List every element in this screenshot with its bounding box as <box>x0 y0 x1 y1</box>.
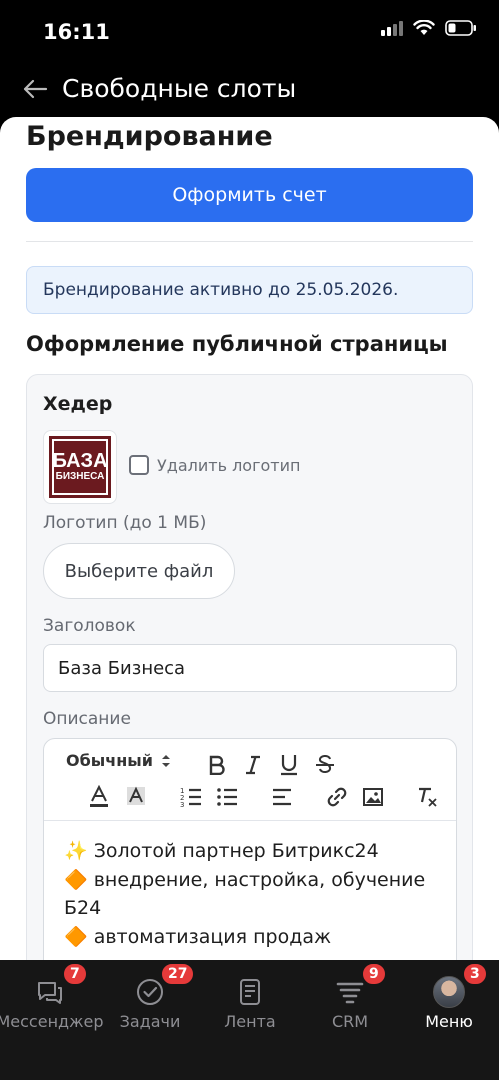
wifi-icon <box>413 20 435 35</box>
strikethrough-icon[interactable] <box>312 752 338 778</box>
branding-active-notice: Брендирование активно до 25.05.2026. <box>26 266 473 314</box>
tab-feed[interactable]: Лента <box>200 960 300 1040</box>
editor-line: 🔶 автоматизация продаж <box>64 925 332 948</box>
format-select[interactable]: Обычный <box>66 751 171 770</box>
background-color-icon[interactable] <box>123 784 149 810</box>
choose-file-button[interactable]: Выберите файл <box>43 543 235 599</box>
company-logo: БАЗА БИЗНЕСА <box>49 436 111 498</box>
tab-label: Мессенджер <box>0 1012 104 1031</box>
logo-text-line2: БИЗНЕСА <box>55 471 105 482</box>
description-editor[interactable]: Обычный 1 2 3 ✨ Золотой партнер Битрикс2… <box>43 738 457 960</box>
image-icon[interactable] <box>360 784 386 810</box>
status-bar: 16:11 <box>0 0 499 62</box>
description-field-label: Описание <box>43 709 131 729</box>
heading-input[interactable]: База Бизнеса <box>43 644 457 692</box>
delete-logo-checkbox[interactable] <box>129 455 149 475</box>
clear-format-icon[interactable] <box>414 784 440 810</box>
ordered-list-icon[interactable]: 123 <box>178 784 204 810</box>
divider <box>26 241 473 242</box>
tasks-badge: 27 <box>161 963 195 985</box>
editor-toolbar: Обычный 1 2 3 <box>44 739 456 821</box>
bullet-list-icon[interactable] <box>214 784 240 810</box>
tab-label: Лента <box>224 1012 276 1031</box>
heading-field-label: Заголовок <box>43 616 136 636</box>
crm-funnel-icon <box>334 976 366 1008</box>
page-title: Свободные слоты <box>62 74 297 103</box>
tab-label: CRM <box>331 1012 369 1031</box>
battery-icon <box>445 20 476 36</box>
content-sheet: Брендирование Оформить счет Брендировани… <box>0 117 499 960</box>
delete-logo-label: Удалить логотип <box>157 455 301 475</box>
bottom-tab-bar: Мессенджер 7 Задачи 27 Лента CRM 9 Меню … <box>0 960 499 1080</box>
check-circle-icon <box>134 976 166 1008</box>
align-icon[interactable] <box>269 784 295 810</box>
italic-icon[interactable] <box>240 752 266 778</box>
text-color-icon[interactable] <box>86 784 112 810</box>
public-page-title: Оформление публичной страницы <box>26 332 448 356</box>
header-card-title: Хедер <box>43 393 113 415</box>
tab-label: Задачи <box>119 1012 181 1031</box>
link-icon[interactable] <box>324 784 350 810</box>
menu-badge: 3 <box>463 963 487 985</box>
logo-text-line1: БАЗА <box>52 450 108 472</box>
status-icons <box>381 20 477 36</box>
heading-input-value: База Бизнеса <box>58 657 186 679</box>
pay-invoice-button[interactable]: Оформить счет <box>26 168 473 222</box>
branding-title: Брендирование <box>26 121 273 152</box>
svg-text:3: 3 <box>180 801 184 808</box>
header-settings-card: Хедер БАЗА БИЗНЕСА Удалить логотип Логот… <box>26 374 473 960</box>
avatar <box>433 976 465 1008</box>
status-time: 16:11 <box>43 20 110 44</box>
bold-icon[interactable] <box>204 752 230 778</box>
cellular-signal-icon <box>381 21 403 36</box>
logo-field-label: Логотип (до 1 МБ) <box>43 513 207 533</box>
feed-icon <box>234 976 266 1008</box>
back-arrow-icon[interactable] <box>22 76 48 102</box>
editor-line: Б24 <box>64 897 102 919</box>
underline-icon[interactable] <box>276 752 302 778</box>
format-select-value: Обычный <box>66 751 153 770</box>
sort-arrows-icon <box>161 754 170 767</box>
logo-preview: БАЗА БИЗНЕСА <box>43 430 117 504</box>
nav-bar: Свободные слоты <box>0 62 499 117</box>
messenger-badge: 7 <box>63 963 87 985</box>
editor-line: ✨ Золотой партнер Битрикс24 <box>64 840 379 862</box>
delete-logo-option[interactable]: Удалить логотип <box>129 455 300 475</box>
editor-line: 🔶 внедрение, настройка, обучение <box>64 868 426 891</box>
chat-icon <box>34 976 66 1008</box>
branding-active-text: Брендирование активно до 25.05.2026. <box>43 280 399 300</box>
crm-badge: 9 <box>362 963 386 985</box>
tab-label: Меню <box>425 1012 473 1031</box>
editor-content[interactable]: ✨ Золотой партнер Битрикс24 🔶 внедрение,… <box>64 837 444 951</box>
